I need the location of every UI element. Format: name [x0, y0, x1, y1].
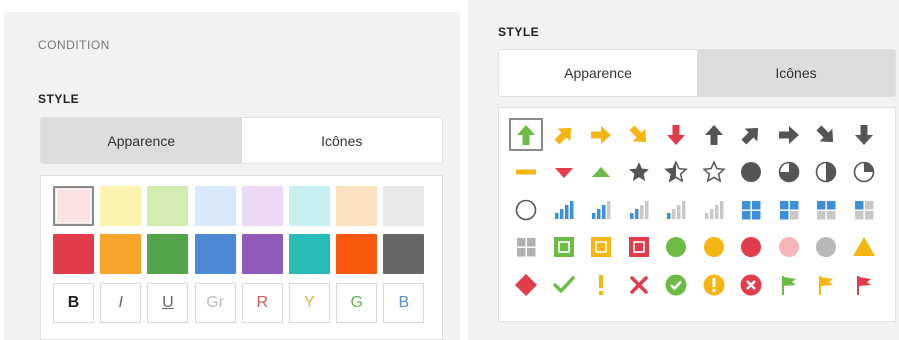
- arrow-up-green-icon[interactable]: [509, 118, 543, 151]
- color-swatch[interactable]: [383, 186, 425, 226]
- circle-three-quarter-icon[interactable]: [772, 156, 806, 189]
- arrow-right-orange-icon[interactable]: [584, 118, 618, 151]
- cross-red-icon[interactable]: [622, 268, 656, 301]
- tab-icones[interactable]: Icônes: [241, 118, 442, 163]
- format-button[interactable]: B: [383, 283, 425, 323]
- triangle-up-green-icon[interactable]: [584, 156, 618, 189]
- flag-red-icon[interactable]: [847, 268, 881, 301]
- circle-red-icon[interactable]: [734, 231, 768, 264]
- color-swatch[interactable]: [289, 186, 330, 226]
- tab-apparence[interactable]: Apparence: [41, 118, 242, 163]
- tab-icones-right[interactable]: Icônes: [697, 50, 895, 96]
- color-swatch[interactable]: [336, 234, 378, 274]
- format-button-label: I: [118, 294, 123, 311]
- circle-exclamation-yellow-icon[interactable]: [697, 268, 731, 301]
- circle-empty-icon[interactable]: [509, 193, 543, 226]
- color-swatch[interactable]: [241, 234, 283, 274]
- format-button[interactable]: Gr: [194, 283, 236, 323]
- format-button[interactable]: Y: [289, 283, 330, 323]
- circle-pink-icon[interactable]: [772, 231, 806, 264]
- star-full-icon[interactable]: [622, 156, 656, 189]
- circle-yellow-icon[interactable]: [697, 231, 731, 264]
- grid-4-blue-icon[interactable]: [734, 193, 768, 226]
- circle-check-green-icon[interactable]: [659, 268, 693, 301]
- arrow-down-red-icon[interactable]: [659, 118, 693, 151]
- triangle-warning-icon[interactable]: [847, 231, 881, 264]
- arrow-down-right-gray-icon[interactable]: [809, 118, 843, 151]
- arrow-up-gray-icon[interactable]: [697, 118, 731, 151]
- circle-cross-red-icon[interactable]: [734, 268, 768, 301]
- color-swatch[interactable]: [194, 186, 236, 226]
- color-swatch[interactable]: [383, 234, 425, 274]
- signal-1-icon[interactable]: [659, 193, 693, 226]
- signal-0-icon[interactable]: [697, 193, 731, 226]
- format-button[interactable]: U: [147, 283, 189, 323]
- left-panel: CONDITION STYLE Apparence Icônes B I U Gr R Y…: [4, 12, 460, 340]
- square-green-icon[interactable]: [547, 231, 581, 264]
- color-swatch[interactable]: [241, 186, 283, 226]
- tab-apparence-right[interactable]: Apparence: [499, 50, 697, 96]
- arrow-down-right-orange-icon[interactable]: [622, 118, 656, 151]
- grid-1-blue-icon[interactable]: [847, 193, 881, 226]
- format-button[interactable]: I: [100, 283, 142, 323]
- format-button[interactable]: G: [336, 283, 378, 323]
- star-empty-icon[interactable]: [697, 156, 731, 189]
- arrow-up-right-gray-icon[interactable]: [734, 118, 768, 151]
- circle-green-icon[interactable]: [659, 231, 693, 264]
- color-swatch[interactable]: [100, 234, 142, 274]
- signal-3-icon[interactable]: [584, 193, 618, 226]
- color-swatch[interactable]: [53, 186, 94, 226]
- condition-heading: CONDITION: [38, 38, 110, 52]
- grid-3-blue-icon[interactable]: [772, 193, 806, 226]
- format-button-label: R: [256, 294, 269, 311]
- color-palette: B I U Gr R Y G B: [40, 175, 443, 340]
- triangle-down-red-icon[interactable]: [547, 156, 581, 189]
- grid-2-blue-icon[interactable]: [809, 193, 843, 226]
- square-yellow-icon[interactable]: [584, 231, 618, 264]
- style-tabs-right: Apparence Icônes: [498, 49, 896, 97]
- format-button-label: B: [398, 294, 410, 311]
- flag-green-icon[interactable]: [772, 268, 806, 301]
- circle-gray-icon[interactable]: [809, 231, 843, 264]
- flag-yellow-icon[interactable]: [809, 268, 843, 301]
- color-swatch[interactable]: [100, 186, 142, 226]
- format-button-label: B: [67, 294, 80, 311]
- style-heading-right: STYLE: [498, 25, 540, 39]
- diamond-red-icon[interactable]: [509, 268, 543, 301]
- right-panel: STYLE Apparence Icônes: [468, 0, 899, 340]
- format-button[interactable]: B: [53, 283, 94, 323]
- circle-full-gray-icon[interactable]: [734, 156, 768, 189]
- style-tabs: Apparence Icônes: [40, 117, 443, 164]
- grid-0-gray-icon[interactable]: [509, 231, 543, 264]
- style-heading: STYLE: [38, 92, 80, 106]
- color-swatch[interactable]: [194, 234, 236, 274]
- circle-quarter-icon[interactable]: [847, 156, 881, 189]
- format-button-label: Gr: [206, 294, 224, 311]
- checkmark-green-icon[interactable]: [547, 268, 581, 301]
- dash-yellow-icon[interactable]: [509, 156, 543, 189]
- signal-4-icon[interactable]: [547, 193, 581, 226]
- signal-2-icon[interactable]: [622, 193, 656, 226]
- color-swatch[interactable]: [147, 234, 189, 274]
- format-button[interactable]: R: [241, 283, 283, 323]
- square-red-icon[interactable]: [622, 231, 656, 264]
- color-swatch[interactable]: [336, 186, 378, 226]
- format-button-label: Y: [304, 294, 315, 311]
- color-swatch[interactable]: [147, 186, 189, 226]
- exclamation-orange-icon[interactable]: [584, 268, 618, 301]
- icon-palette: [498, 107, 896, 322]
- format-button-label: G: [350, 294, 363, 311]
- arrow-right-gray-icon[interactable]: [772, 118, 806, 151]
- circle-half-icon[interactable]: [809, 156, 843, 189]
- star-half-icon[interactable]: [659, 156, 693, 189]
- arrow-up-right-orange-icon[interactable]: [547, 118, 581, 151]
- color-swatch[interactable]: [53, 234, 94, 274]
- color-swatch[interactable]: [289, 234, 330, 274]
- format-button-label: U: [162, 294, 174, 311]
- arrow-down-gray-icon[interactable]: [847, 118, 881, 151]
